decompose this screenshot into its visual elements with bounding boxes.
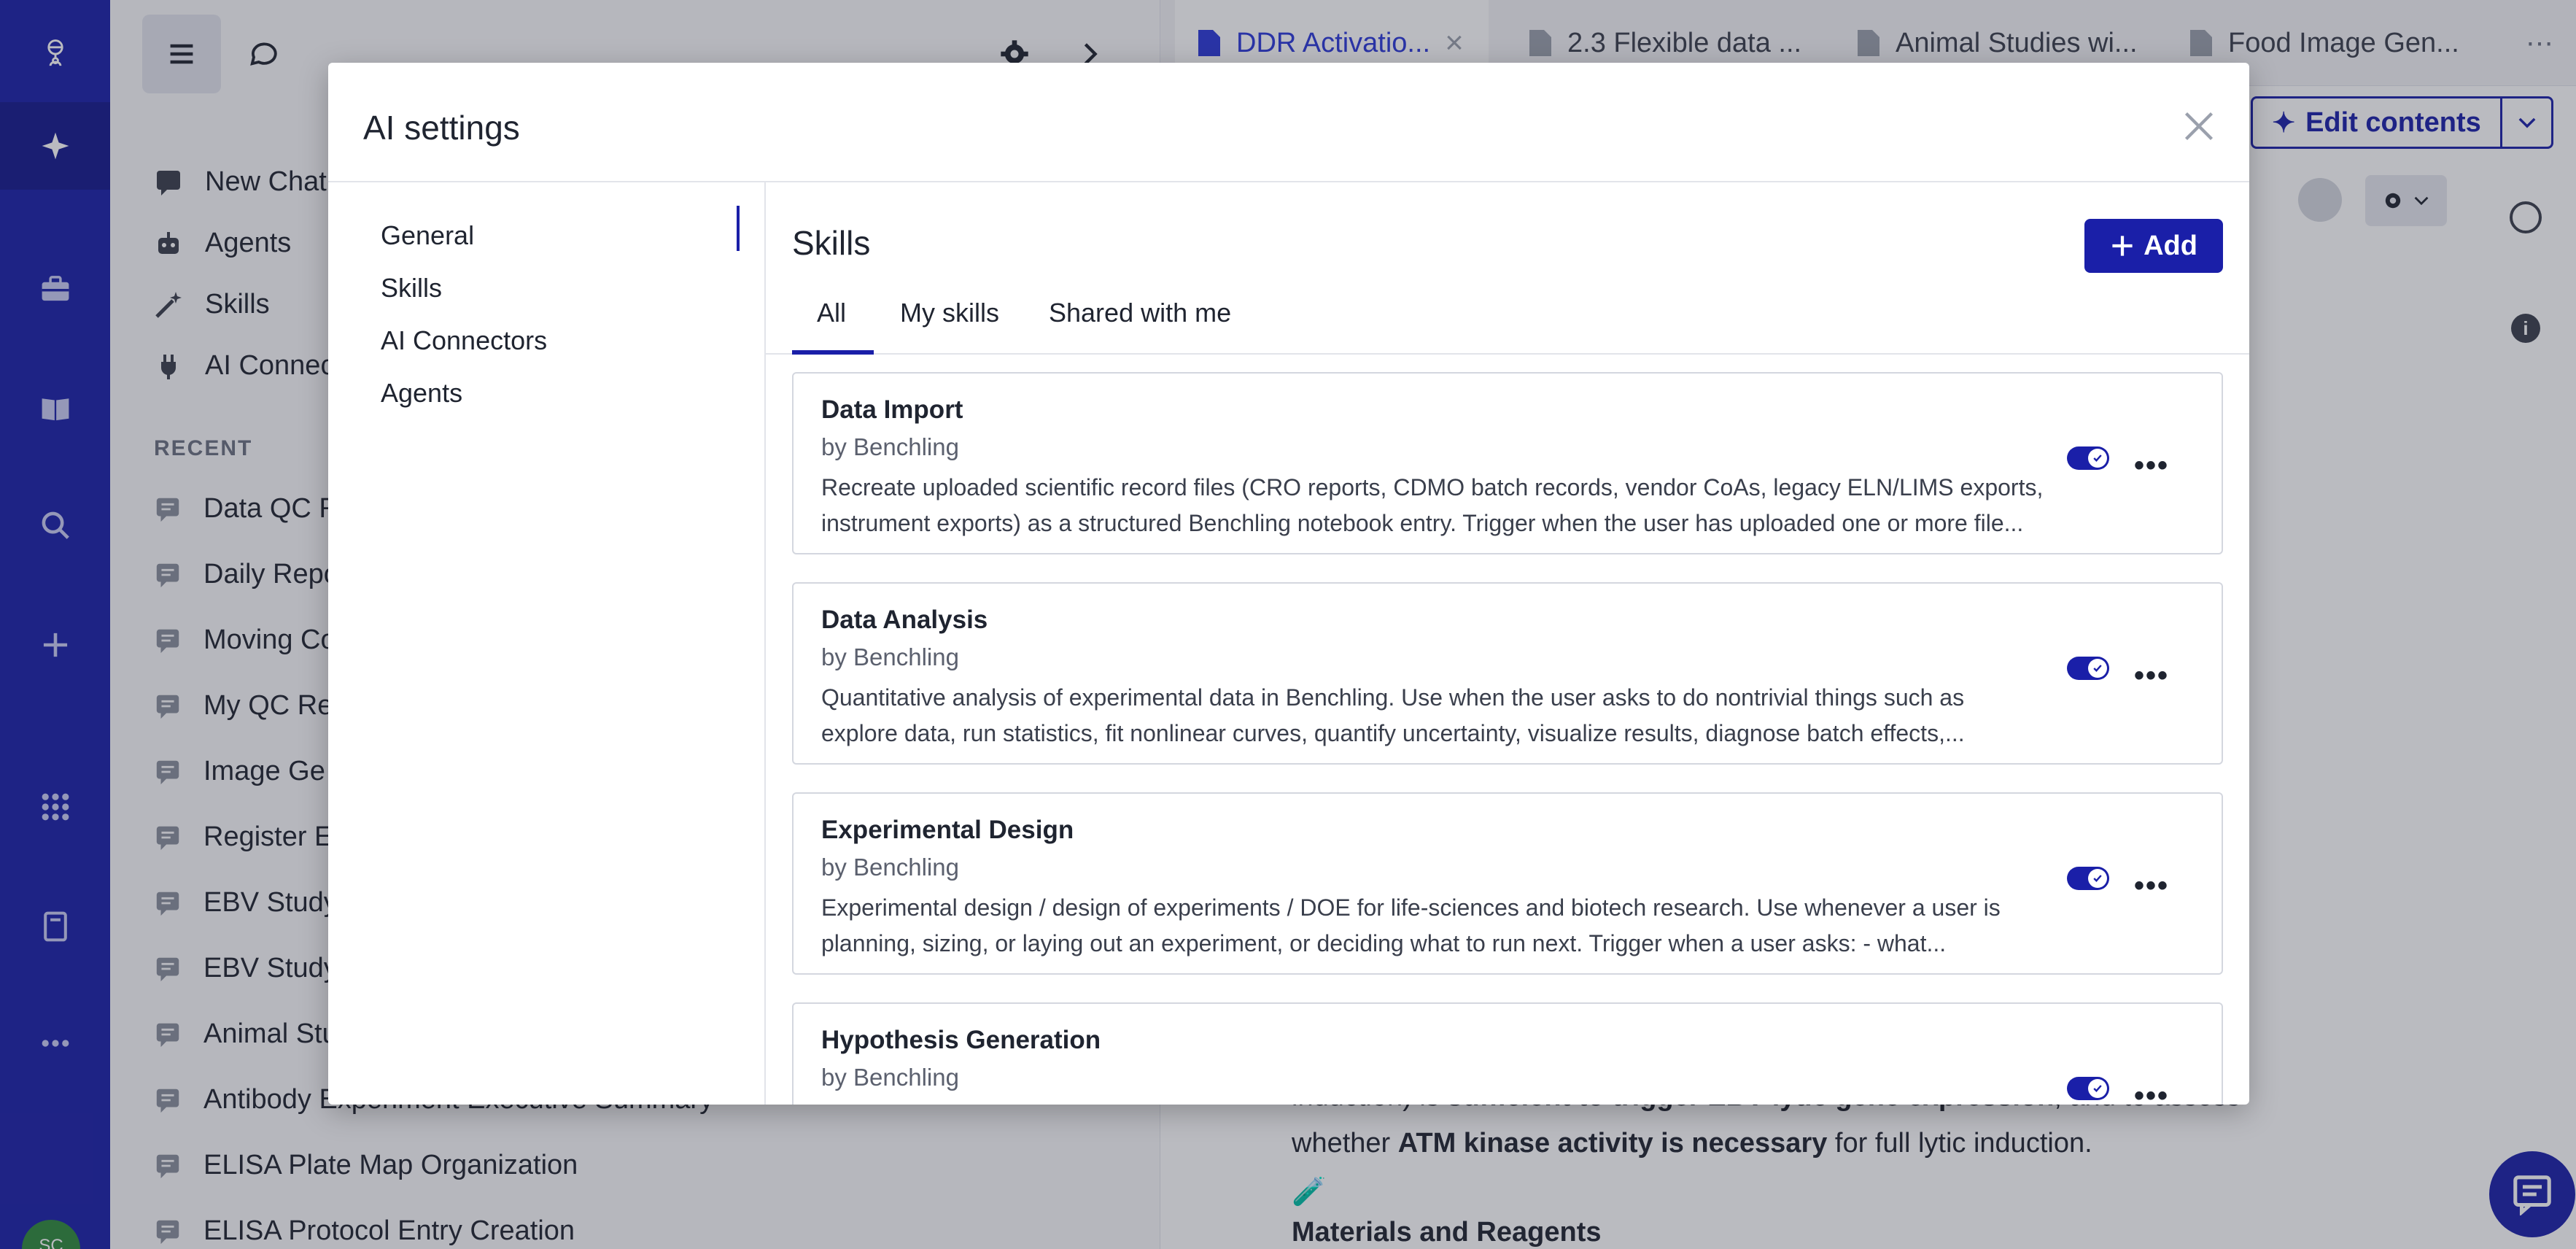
skill-enabled-toggle[interactable] bbox=[2067, 1077, 2109, 1100]
modal-title: AI settings bbox=[363, 109, 520, 147]
skill-description-line: Experimental design / design of experime… bbox=[821, 894, 2001, 921]
more-options-icon[interactable]: ••• bbox=[2134, 449, 2169, 482]
tab-shared-with-me[interactable]: Shared with me bbox=[1049, 298, 1231, 328]
tab-all[interactable]: All bbox=[817, 298, 846, 328]
skill-author: by Benchling bbox=[821, 643, 959, 670]
skill-description-line: Recreate uploaded scientific record file… bbox=[821, 474, 2044, 500]
skill-card[interactable]: Data Import by Benchling Recreate upload… bbox=[792, 372, 2223, 554]
skill-name: Experimental Design bbox=[821, 816, 1074, 844]
check-icon bbox=[2093, 665, 2102, 672]
modal-header: AI settings bbox=[328, 63, 2249, 182]
skill-author: by Benchling bbox=[821, 433, 959, 460]
skill-card[interactable]: Hypothesis Generation by Benchling ••• bbox=[792, 1002, 2223, 1105]
skill-author: by Benchling bbox=[821, 854, 959, 881]
section-title: Skills bbox=[792, 224, 871, 262]
skill-description: Recreate uploaded scientific record file… bbox=[821, 470, 2061, 541]
skill-enabled-toggle[interactable] bbox=[2067, 657, 2109, 680]
active-tab-underline bbox=[792, 350, 874, 355]
add-skill-button[interactable]: Add bbox=[2084, 219, 2223, 273]
skill-enabled-toggle[interactable] bbox=[2067, 867, 2109, 890]
check-icon bbox=[2093, 455, 2102, 462]
settings-nav-skills[interactable]: Skills bbox=[381, 273, 442, 303]
add-skill-label: Add bbox=[2144, 230, 2197, 261]
skill-name: Data Analysis bbox=[821, 606, 988, 634]
check-icon bbox=[2093, 1085, 2102, 1092]
skill-description: Experimental design / design of experime… bbox=[821, 890, 2061, 962]
skill-author: by Benchling bbox=[821, 1064, 959, 1091]
settings-nav: General Skills AI Connectors Agents bbox=[328, 182, 766, 1105]
close-icon[interactable] bbox=[2181, 108, 2217, 144]
skill-card[interactable]: Experimental Design by Benchling Experim… bbox=[792, 792, 2223, 975]
more-options-icon[interactable]: ••• bbox=[2134, 1080, 2169, 1105]
tab-my-skills[interactable]: My skills bbox=[900, 298, 999, 328]
skill-description-line: Quantitative analysis of experimental da… bbox=[821, 684, 1965, 711]
tabs-divider bbox=[766, 353, 2249, 355]
skill-description-line: instrument exports) as a structured Benc… bbox=[821, 510, 2024, 536]
skill-description-line: planning, sizing, or laying out an exper… bbox=[821, 930, 1947, 956]
skill-card[interactable]: Data Analysis by Benchling Quantitative … bbox=[792, 582, 2223, 765]
plus-icon bbox=[2112, 236, 2133, 256]
check-icon bbox=[2093, 875, 2102, 882]
skill-description-line: explore data, run statistics, fit nonlin… bbox=[821, 720, 1965, 746]
skill-name: Data Import bbox=[821, 395, 963, 424]
settings-nav-general[interactable]: General bbox=[381, 220, 474, 251]
more-options-icon[interactable]: ••• bbox=[2134, 660, 2169, 692]
ai-settings-modal: AI settings General Skills AI Connectors… bbox=[328, 63, 2249, 1105]
settings-nav-agents[interactable]: Agents bbox=[381, 378, 462, 409]
skill-enabled-toggle[interactable] bbox=[2067, 446, 2109, 470]
more-options-icon[interactable]: ••• bbox=[2134, 870, 2169, 902]
settings-nav-ai-connectors[interactable]: AI Connectors bbox=[381, 325, 547, 356]
settings-nav-active-indicator bbox=[737, 206, 740, 251]
skill-name: Hypothesis Generation bbox=[821, 1026, 1101, 1054]
skill-description: Quantitative analysis of experimental da… bbox=[821, 680, 2061, 751]
